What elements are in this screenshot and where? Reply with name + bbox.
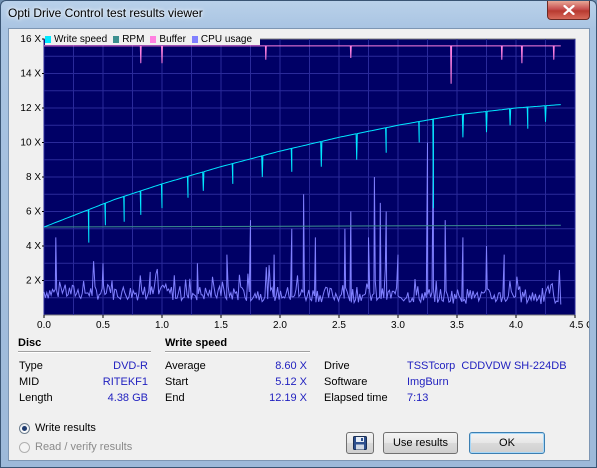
x-tick-label: 0.0 — [37, 320, 51, 331]
x-tick-label: 1.5 — [214, 320, 228, 331]
x-tick-label: 3.0 — [391, 320, 405, 331]
write-speed-divider — [165, 351, 310, 353]
use-results-button[interactable]: Use results — [383, 432, 458, 454]
read-verify-radio[interactable] — [19, 441, 30, 453]
legend-swatch — [45, 35, 51, 43]
speed-chart: 2 X 4 X 6 X 8 X 10 X 12 X 14 X 16 X 0.0 0.5 1.0 1.5… — [20, 34, 589, 331]
window-title: Opti Drive Control test results viewer — [8, 6, 203, 20]
y-tick-label: 4 X — [26, 241, 41, 252]
close-icon — [562, 5, 575, 15]
x-tick-label: 3.5 — [450, 320, 464, 331]
legend-label: RPM — [122, 33, 145, 45]
elapsed-time-value: 7:13 — [407, 392, 429, 404]
drive-value: TSSTcorp CDDVDW SH-224DB — [407, 360, 567, 372]
save-button[interactable] — [346, 432, 374, 454]
legend-label: CPU usage — [200, 33, 253, 45]
title-bar[interactable]: Opti Drive Control test results viewer — [1, 1, 596, 27]
x-tick-label: 1.0 — [155, 320, 169, 331]
legend-swatch — [150, 35, 157, 43]
average-value: 8.60 X — [275, 360, 307, 372]
software-value: ImgBurn — [407, 376, 449, 388]
read-verify-label: Read / verify results — [35, 441, 133, 453]
software-label: Software — [324, 376, 368, 388]
legend-item: Write speed — [45, 34, 107, 45]
disc-length-value: 4.38 GB — [107, 392, 148, 404]
end-value: 12.19 X — [269, 392, 307, 404]
write-results-label: Write results — [35, 422, 96, 434]
ok-button[interactable]: OK — [469, 432, 545, 454]
disc-length-label: Length — [19, 392, 53, 404]
read-verify-option[interactable]: Read / verify results — [19, 441, 132, 453]
disc-mid-value: RITEKF1 — [102, 376, 148, 388]
x-tick-label: 2.0 — [273, 320, 287, 331]
disc-type-label: Type — [19, 360, 43, 372]
disc-type-value: DVD-R — [113, 360, 148, 372]
legend-swatch — [191, 35, 198, 43]
legend-item: RPM — [113, 34, 144, 45]
y-tick-label: 12 X — [20, 103, 41, 114]
average-label: Average — [165, 360, 206, 372]
y-tick-label: 14 X — [20, 69, 41, 80]
write-results-radio[interactable] — [19, 422, 30, 434]
end-label: End — [165, 392, 185, 404]
write-results-option[interactable]: Write results — [19, 422, 96, 434]
floppy-disk-icon — [353, 436, 367, 450]
elapsed-time-label: Elapsed time — [324, 392, 388, 404]
y-tick-label: 16 X — [20, 34, 41, 45]
legend-label: Buffer — [159, 33, 186, 45]
y-tick-label: 10 X — [20, 138, 41, 149]
x-tick-label: 2.5 — [332, 320, 346, 331]
write-speed-section-title: Write speed — [165, 337, 228, 349]
x-tick-label: 4.5 GB — [569, 320, 589, 331]
client-area: 2 X 4 X 6 X 8 X 10 X 12 X 14 X 16 X 0.0 0.5 1.0 1.5… — [8, 28, 590, 461]
close-button[interactable] — [547, 1, 590, 20]
legend-label: Write speed — [54, 33, 108, 45]
x-tick-label: 0.5 — [96, 320, 110, 331]
start-label: Start — [165, 376, 189, 388]
legend-item: Buffer — [150, 34, 186, 45]
legend-item: CPU usage — [191, 33, 253, 45]
y-tick-label: 8 X — [26, 172, 41, 183]
y-tick-label: 2 X — [26, 276, 41, 287]
chart-panel: 2 X 4 X 6 X 8 X 10 X 12 X 14 X 16 X 0.0 0.5 1.0 1.5… — [9, 29, 589, 334]
disc-divider — [18, 351, 151, 353]
drive-label: Drive — [324, 360, 350, 372]
start-value: 5.12 X — [275, 376, 307, 388]
disc-section-title: Disc — [18, 337, 42, 349]
y-tick-label: 6 X — [26, 207, 41, 218]
legend-swatch — [113, 35, 120, 43]
x-tick-label: 4.0 — [509, 320, 523, 331]
disc-mid-label: MID — [19, 376, 40, 388]
chart-legend: Write speed RPM Buffer CPU usage — [45, 33, 261, 45]
window: Opti Drive Control test results viewer 2… — [0, 0, 597, 468]
